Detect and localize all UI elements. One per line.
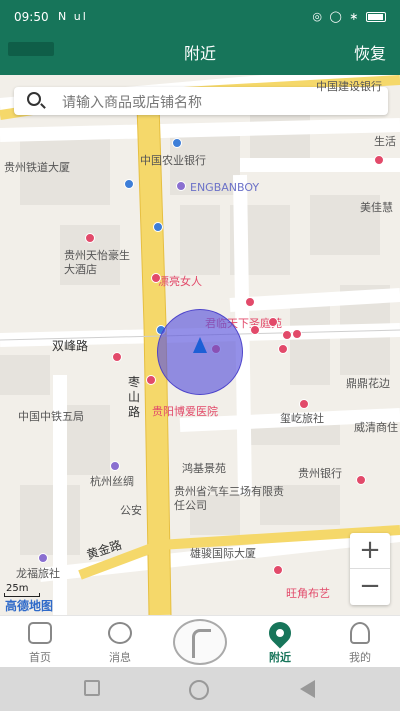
map-label: 威清商住: [354, 421, 398, 434]
shop-poi-icon[interactable]: [292, 329, 302, 339]
map-label: 旺角布艺: [286, 587, 330, 600]
shop-poi-icon[interactable]: [268, 317, 278, 327]
hospital-poi-icon[interactable]: [146, 375, 156, 385]
recent-apps-icon[interactable]: [84, 680, 100, 696]
hotel-poi-icon[interactable]: [38, 553, 48, 563]
shop-poi-icon[interactable]: [250, 325, 260, 335]
map-label: 贵州铁道大厦: [4, 161, 70, 174]
map-label: 杭州丝绸: [90, 475, 134, 488]
shop-poi-icon[interactable]: [245, 297, 255, 307]
tab-messages-label: 消息: [109, 651, 131, 664]
map-label: 中国中铁五局: [18, 410, 84, 423]
zoom-out-button[interactable]: −: [350, 569, 390, 605]
home-icon: [28, 622, 52, 644]
shop-poi-icon[interactable]: [85, 233, 95, 243]
shop-poi-icon[interactable]: [374, 155, 384, 165]
status-right-icons: ◎ ◯ ∗: [312, 10, 361, 23]
zoom-in-button[interactable]: +: [350, 533, 390, 569]
map-label: 漂亮女人: [158, 275, 202, 288]
logo-icon[interactable]: [173, 619, 227, 665]
map-label: 贵阳博爱医院: [152, 405, 218, 418]
bus-stop-icon[interactable]: [124, 179, 134, 189]
user-icon: [350, 622, 370, 644]
back-arrow-icon[interactable]: [300, 680, 315, 698]
search-placeholder: 请输入商品或店铺名称: [62, 95, 202, 111]
map-label: 玺屹旅社: [280, 412, 324, 425]
map-label: ENGBANBOY: [190, 181, 260, 194]
shop-poi-icon[interactable]: [282, 330, 292, 340]
zoom-control: + −: [350, 533, 390, 605]
header-bar: 09:50 N ul ◎ ◯ ∗ 附近 恢复: [0, 0, 400, 87]
map-label: 中国农业银行: [140, 154, 206, 167]
tab-profile[interactable]: 我的: [320, 616, 400, 668]
current-location-arrow-icon: [193, 337, 207, 353]
map-view[interactable]: 请输入商品或店铺名称 中国建设银行 贵州铁道大厦 中国农业银行 ENGBANBO…: [0, 75, 400, 615]
map-label: 贵州省汽车三场有限责任公司: [174, 485, 284, 512]
map-brand: 高德地图: [5, 599, 54, 613]
search-icon: [27, 92, 41, 106]
status-time: 09:50: [14, 10, 49, 24]
shop-poi-icon[interactable]: [112, 352, 122, 362]
bus-stop-icon[interactable]: [153, 222, 163, 232]
bottom-tab-bar: 首页 消息 附近 我的: [0, 615, 400, 667]
map-label: 鼎鼎花边: [346, 377, 390, 390]
location-pin-icon: [264, 617, 296, 649]
shop-poi-icon[interactable]: [110, 461, 120, 471]
shop-poi-icon[interactable]: [151, 273, 161, 283]
tab-nearby-label: 附近: [269, 651, 291, 664]
shop-poi-icon[interactable]: [356, 475, 366, 485]
tab-nearby[interactable]: 附近: [240, 616, 320, 668]
page-title: 附近: [183, 44, 216, 63]
shop-poi-icon[interactable]: [278, 344, 288, 354]
map-label: 龙福旅社: [16, 567, 60, 580]
map-label: 双峰路: [52, 339, 89, 353]
map-label: 贵州银行: [298, 467, 342, 480]
shop-poi-icon[interactable]: [299, 399, 309, 409]
restore-button[interactable]: 恢复: [354, 40, 386, 64]
map-label: 公安: [120, 504, 142, 517]
map-label: 中国建设银行: [316, 80, 382, 93]
status-bar: 09:50 N ul ◎ ◯ ∗: [0, 0, 400, 34]
home-button-icon[interactable]: [189, 680, 209, 700]
tab-messages[interactable]: 消息: [80, 616, 160, 668]
shop-poi-icon[interactable]: [273, 565, 283, 575]
map-label: 美佳慧: [360, 201, 393, 214]
signal-icons: N ul: [58, 10, 88, 23]
tab-profile-label: 我的: [349, 651, 371, 664]
system-status-icons: ◎ ◯ ∗: [312, 10, 386, 23]
tab-home-label: 首页: [29, 651, 51, 664]
map-label: 鸿基景苑: [182, 462, 226, 475]
tab-home[interactable]: 首页: [0, 616, 80, 668]
system-nav-bar: [0, 667, 400, 711]
bank-poi-icon[interactable]: [172, 138, 182, 148]
shop-poi-icon[interactable]: [176, 181, 186, 191]
message-icon: [108, 622, 132, 644]
map-label: 枣山路: [128, 375, 141, 419]
map-label: 贵州天怡豪生大酒店: [64, 249, 130, 276]
map-label: 雄骏国际大厦: [190, 547, 256, 560]
battery-icon: [366, 12, 386, 22]
map-label: 生活: [374, 135, 396, 148]
